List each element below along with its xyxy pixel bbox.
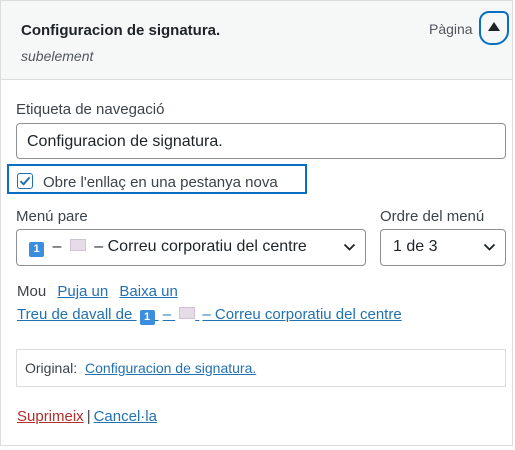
flag-icon: [69, 239, 86, 251]
move-down-link[interactable]: Baixa un: [119, 283, 177, 300]
parent-menu-select[interactable]: 1 – – Correu corporatiu del centre: [16, 229, 366, 266]
number-one-badge: 1: [29, 242, 44, 257]
navigation-label-caption: Etiqueta de navegació: [16, 101, 165, 118]
number-one-badge: 1: [139, 310, 155, 325]
parent-menu-dash: –: [52, 238, 62, 255]
arrow-up-icon: [488, 22, 500, 31]
original-link[interactable]: Configuracion de signatura.: [85, 360, 256, 376]
menu-order-select[interactable]: 1 de 3: [380, 229, 506, 266]
original-label: Original:: [25, 360, 78, 376]
original-box: Original: Configuracion de signatura.: [16, 349, 506, 387]
move-out-link[interactable]: Treu de davall de 1 – – Correu corporati…: [17, 306, 402, 325]
move-up-link[interactable]: Puja un: [57, 283, 108, 300]
item-actions: Suprimeix | Cancel·la: [17, 408, 157, 425]
menu-item-type: Pàgina: [429, 21, 473, 37]
flag-icon: [179, 307, 196, 319]
navigation-label-input[interactable]: Configuracion de signatura.: [16, 123, 506, 159]
new-tab-label: Obre l'enllaç en una pestanya nova: [43, 174, 278, 191]
chevron-down-icon: [343, 243, 356, 251]
menu-item-settings-panel: Configuracion de signatura. subelement P…: [0, 0, 513, 446]
parent-menu-caption: Menú pare: [16, 208, 88, 225]
delete-link[interactable]: Suprimeix: [17, 408, 84, 425]
parent-menu-value: – Correu corporatiu del centre: [94, 238, 307, 255]
move-label: Mou: [17, 283, 47, 300]
menu-item-title: Configuracion de signatura.: [21, 22, 221, 39]
move-row: Mou Puja un Baixa un: [17, 283, 178, 300]
checkmark-icon: [19, 176, 31, 186]
cancel-link[interactable]: Cancel·la: [94, 408, 157, 425]
move-out-suffix: – Correu corporatiu del centre: [202, 306, 402, 323]
collapse-toggle-button[interactable]: [479, 11, 509, 45]
menu-order-caption: Ordre del menú: [380, 208, 485, 225]
move-out-prefix: Treu de davall de: [17, 306, 133, 323]
new-tab-checkbox[interactable]: [17, 173, 33, 189]
menu-order-value: 1 de 3: [393, 238, 438, 255]
menu-item-header[interactable]: Configuracion de signatura. subelement P…: [1, 1, 512, 80]
actions-separator: |: [86, 408, 91, 425]
menu-item-subtitle: subelement: [21, 48, 94, 64]
chevron-down-icon: [483, 243, 496, 251]
move-out-dash: –: [162, 306, 172, 323]
